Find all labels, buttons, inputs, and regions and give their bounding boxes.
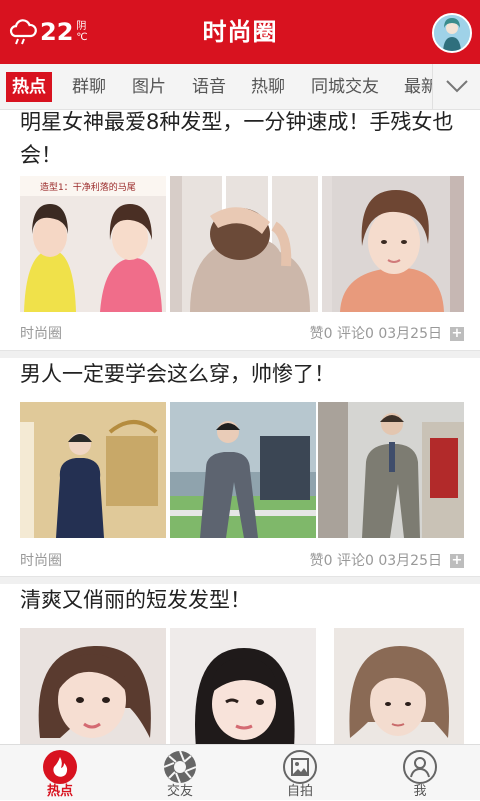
tab-group-chat[interactable]: 群聊 [72,72,106,102]
article-image[interactable] [170,176,318,312]
tab-local-dating[interactable]: 同城交友 [311,72,379,102]
thumb-caption: 造型1：干净利落的马尾 [40,181,136,193]
page-title: 时尚圈 [202,18,278,46]
article-card[interactable]: 男人一定要学会这么穿，帅惨了！ 时尚圈 赞0 评论0 03月25日 + [0,358,480,578]
chevron-down-icon [446,80,468,93]
plus-icon[interactable]: + [450,554,464,568]
article-date: 03月25日 [378,326,442,342]
article-date: 03月25日 [378,553,442,569]
comment-count[interactable]: 评论0 [337,326,374,342]
plus-icon[interactable]: + [450,327,464,341]
tab-hot-chat[interactable]: 热聊 [251,72,285,102]
avatar-figure-icon [434,15,470,51]
like-count[interactable]: 赞0 [310,326,333,342]
category-tabs: 热点 群聊 图片 语音 热聊 同城交友 最新 [0,64,480,110]
photo-hair-tying [170,176,318,312]
photo-short-hair-3 [334,628,464,744]
article-meta: 时尚圈 赞0 评论0 03月25日 + [20,551,464,571]
tab-voice[interactable]: 语音 [192,72,226,102]
article-title[interactable]: 明星女神最爱8种发型，一分钟速成！手残女也会！ [20,110,465,172]
article-image[interactable] [170,628,316,744]
avatar[interactable] [432,13,472,53]
article-image[interactable] [20,628,166,744]
article-source[interactable]: 时尚圈 [20,551,62,571]
article-thumbnails [20,628,464,744]
article-image[interactable] [170,402,316,538]
photo-man-grey-suit [318,402,464,538]
app-header: 22 阴 ℃ 时尚圈 [0,0,480,64]
nav-me[interactable]: 我 [360,745,480,801]
article-image[interactable]: 造型1：干净利落的马尾 [20,176,166,312]
nav-label: 自拍 [286,784,313,799]
tab-pictures[interactable]: 图片 [132,72,166,102]
nav-label: 热点 [46,784,73,799]
photo-short-hair-1 [20,628,166,744]
article-thumbnails [20,402,464,538]
bottom-navigation: 热点 交友 自拍 我 [0,744,480,800]
photo-man-suit-street [170,402,316,538]
article-image[interactable] [334,628,464,744]
nav-label: 我 [413,784,427,799]
divider [0,350,480,358]
flame-icon [43,750,77,784]
article-thumbnails: 造型1：干净利落的马尾 [20,176,464,312]
article-card[interactable]: 明星女神最爱8种发型，一分钟速成！手残女也会！ 造型1：干净利落的马尾 时尚圈 … [0,110,480,350]
divider [0,576,480,584]
article-image[interactable] [322,176,464,312]
tab-hot[interactable]: 热点 [6,72,52,102]
picture-icon [283,750,317,784]
article-meta: 时尚圈 赞0 评论0 03月25日 + [20,324,464,344]
nav-hot[interactable]: 热点 [0,745,120,801]
article-image[interactable] [20,402,166,538]
comment-count[interactable]: 评论0 [337,553,374,569]
photo-short-hair-2 [170,628,316,744]
user-icon [403,750,437,784]
article-title[interactable]: 男人一定要学会这么穿，帅惨了！ [20,358,465,391]
photo-man-suit-palace [20,402,166,538]
photo-girls-ponytail: 造型1：干净利落的马尾 [20,176,166,312]
tabs-expand-button[interactable] [432,64,480,109]
article-card[interactable]: 清爽又俏丽的短发发型！ [0,584,480,744]
article-source[interactable]: 时尚圈 [20,324,62,344]
like-count[interactable]: 赞0 [310,553,333,569]
aperture-icon [163,750,197,784]
nav-label: 交友 [166,784,193,799]
nav-friends[interactable]: 交友 [120,745,240,801]
article-title[interactable]: 清爽又俏丽的短发发型！ [20,584,465,617]
photo-girl-portrait [322,176,464,312]
article-feed[interactable]: 明星女神最爱8种发型，一分钟速成！手残女也会！ 造型1：干净利落的马尾 时尚圈 … [0,110,480,744]
article-image[interactable] [318,402,464,538]
nav-selfie[interactable]: 自拍 [240,745,360,801]
